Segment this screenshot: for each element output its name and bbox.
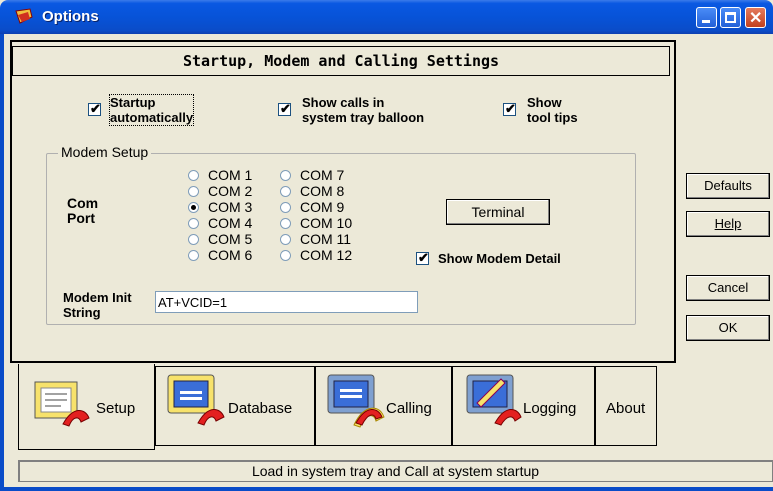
tab-calling[interactable]: Calling <box>315 366 452 446</box>
modem-init-label-line2: String <box>63 305 101 320</box>
app-icon <box>15 8 33 24</box>
com1-label[interactable]: COM 1 <box>208 168 252 182</box>
cancel-button[interactable]: Cancel <box>686 275 770 301</box>
ok-button[interactable]: OK <box>686 315 770 341</box>
com2-label[interactable]: COM 2 <box>208 184 252 198</box>
com6-radio[interactable] <box>188 250 199 261</box>
com5-radio[interactable] <box>188 234 199 245</box>
com7-label[interactable]: COM 7 <box>300 168 344 182</box>
modem-init-label-line1: Modem Init <box>63 290 132 305</box>
show-balloon-label[interactable]: Show calls in system tray balloon <box>302 95 424 125</box>
com1-radio[interactable] <box>188 170 199 181</box>
com12-radio[interactable] <box>280 250 291 261</box>
modem-setup-title: Modem Setup <box>58 144 152 160</box>
show-balloon-label-line2: system tray balloon <box>302 110 425 125</box>
window-title: Options <box>42 8 99 25</box>
tab-logging[interactable]: Logging <box>452 366 595 446</box>
com12-label[interactable]: COM 12 <box>300 248 352 262</box>
com6-label[interactable]: COM 6 <box>208 248 252 262</box>
com7-radio[interactable] <box>280 170 291 181</box>
tab-database-label: Database <box>228 400 293 417</box>
modem-init-input[interactable] <box>155 291 418 313</box>
com2-radio[interactable] <box>188 186 199 197</box>
check-icon: ✔ <box>505 101 516 116</box>
tab-database[interactable]: Database <box>155 366 315 446</box>
com10-label[interactable]: COM 10 <box>300 216 352 230</box>
startup-label[interactable]: Startup automatically <box>108 94 195 126</box>
modem-init-label: Modem Init String <box>63 290 132 320</box>
com8-label[interactable]: COM 8 <box>300 184 344 198</box>
minimize-icon <box>702 20 710 23</box>
com-port-label-line1: Com <box>67 195 99 211</box>
window-border-bottom <box>0 487 773 491</box>
database-icon <box>167 374 225 426</box>
tab-logging-label: Logging <box>523 400 577 417</box>
com10-radio[interactable] <box>280 218 291 229</box>
maximize-icon <box>725 12 736 23</box>
check-icon: ✔ <box>280 101 291 116</box>
com3-radio[interactable] <box>188 202 199 213</box>
com5-label[interactable]: COM 5 <box>208 232 252 246</box>
title-bar[interactable]: Options ✕ <box>0 0 773 34</box>
startup-label-line1: Startup <box>110 95 156 110</box>
tab-about-label: About <box>606 400 646 417</box>
com11-label[interactable]: COM 11 <box>300 232 351 246</box>
calling-icon <box>327 374 385 428</box>
com8-radio[interactable] <box>280 186 291 197</box>
maximize-button[interactable] <box>720 7 741 28</box>
tab-calling-label: Calling <box>386 400 432 417</box>
show-tooltips-label[interactable]: Show tool tips <box>527 95 578 125</box>
tab-setup[interactable]: Setup <box>18 364 155 450</box>
minimize-button[interactable] <box>696 7 717 28</box>
status-bar: Load in system tray and Call at system s… <box>18 460 773 482</box>
check-icon: ✔ <box>418 250 429 265</box>
show-modem-detail-label[interactable]: Show Modem Detail <box>438 251 561 266</box>
show-tooltips-label-line2: tool tips <box>527 110 578 125</box>
show-tooltips-label-line1: Show <box>527 95 562 110</box>
com4-label[interactable]: COM 4 <box>208 216 252 230</box>
panel-header: Startup, Modem and Calling Settings <box>12 46 670 76</box>
startup-label-line2: automatically <box>110 110 194 125</box>
tab-setup-label: Setup <box>96 400 136 417</box>
show-tooltips-checkbox[interactable]: ✔ <box>503 101 516 116</box>
com9-label[interactable]: COM 9 <box>300 200 344 214</box>
window-border-left <box>0 34 4 491</box>
startup-checkbox[interactable]: ✔ <box>88 101 101 116</box>
check-icon: ✔ <box>90 101 101 116</box>
com11-radio[interactable] <box>280 234 291 245</box>
com-port-label: Com Port <box>67 196 98 226</box>
terminal-button[interactable]: Terminal <box>446 199 550 225</box>
tab-about[interactable]: About <box>595 366 657 446</box>
show-balloon-label-line1: Show calls in <box>302 95 385 110</box>
show-balloon-checkbox[interactable]: ✔ <box>278 101 291 116</box>
close-icon: ✕ <box>749 10 763 27</box>
setup-icon <box>34 381 90 427</box>
logging-icon <box>466 374 522 426</box>
com3-label[interactable]: COM 3 <box>208 200 252 214</box>
com4-radio[interactable] <box>188 218 199 229</box>
help-button[interactable]: Help <box>686 211 770 237</box>
defaults-button[interactable]: Defaults <box>686 173 770 199</box>
show-modem-detail-checkbox[interactable]: ✔ <box>416 250 429 265</box>
com-port-label-line2: Port <box>67 210 95 226</box>
com9-radio[interactable] <box>280 202 291 213</box>
close-button[interactable]: ✕ <box>745 7 766 28</box>
